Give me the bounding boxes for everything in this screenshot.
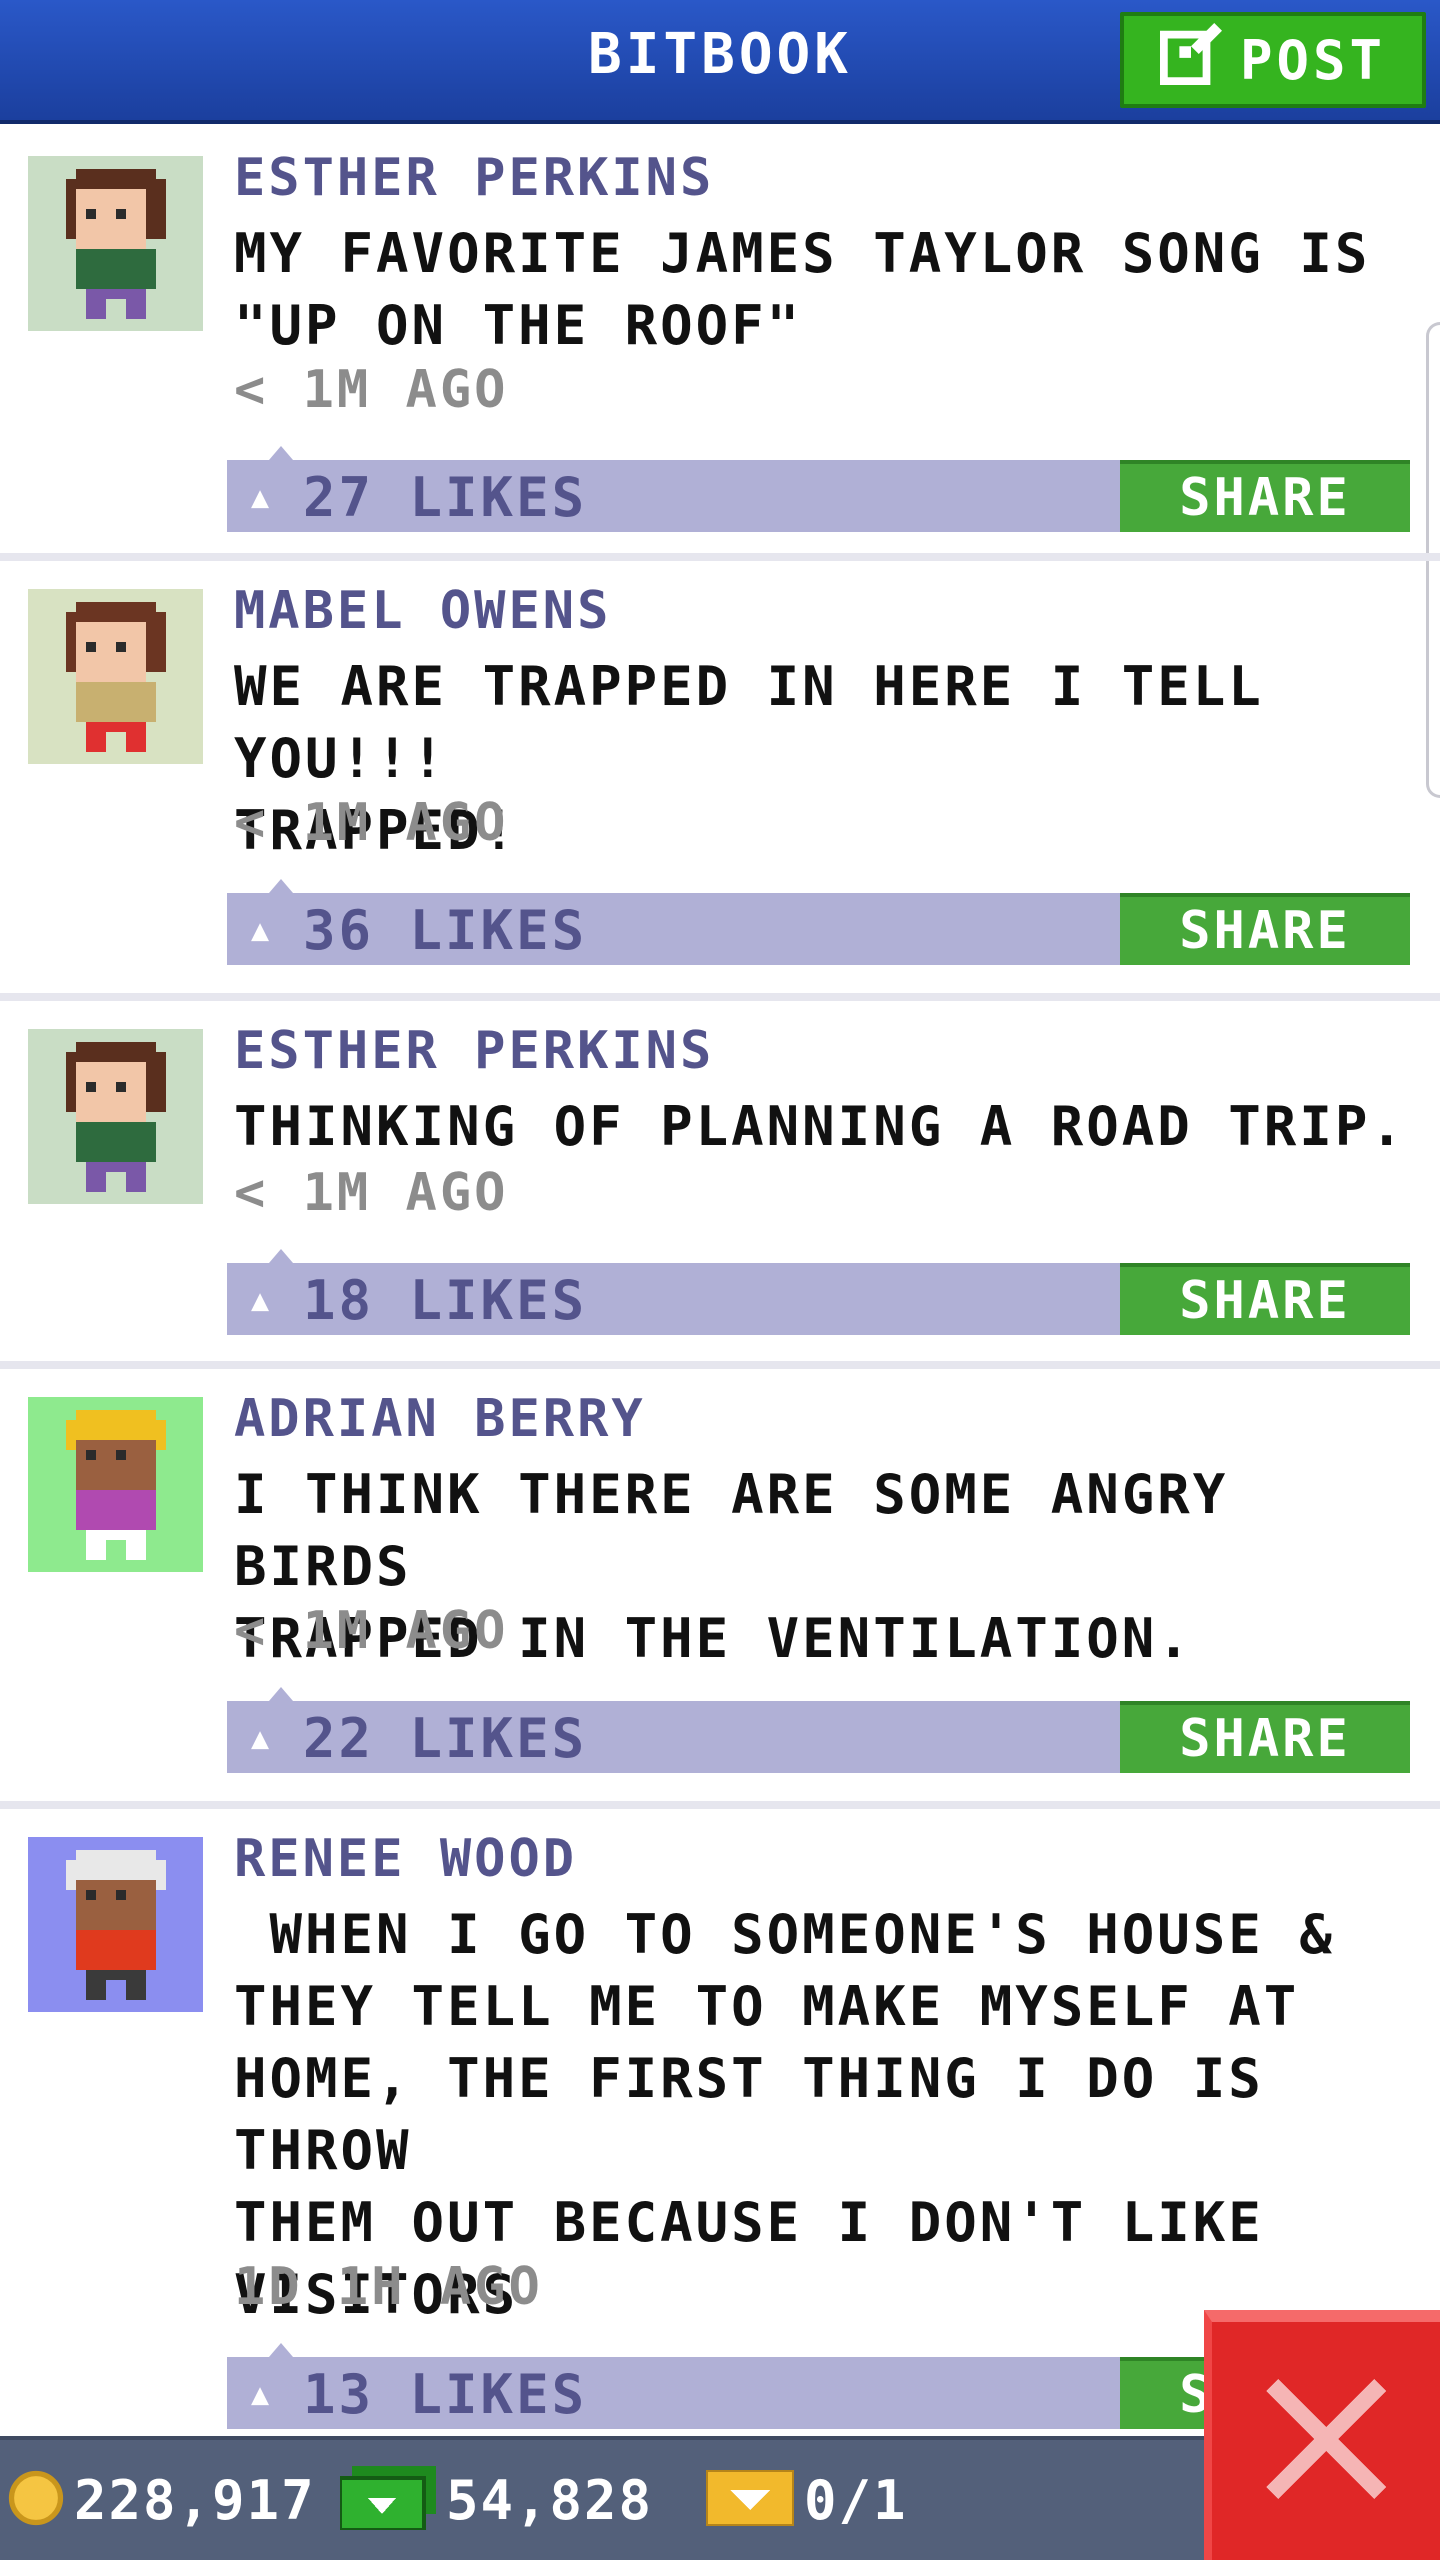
ticket-icon: [704, 2468, 796, 2530]
post-time: < 1M AGO: [234, 1163, 509, 1223]
like-count: 18 LIKES: [303, 1269, 588, 1332]
post-author[interactable]: RENEE WOOD: [234, 1829, 577, 1889]
feed-post: ESTHER PERKINS THINKING OF PLANNING A RO…: [0, 1001, 1440, 1369]
thumbs-up-icon[interactable]: ▲: [243, 1724, 277, 1754]
feed-post: ESTHER PERKINS MY FAVORITE JAMES TAYLOR …: [0, 128, 1440, 561]
like-bar-notch: [269, 1687, 293, 1701]
feed-post: ADRIAN BERRY I THINK THERE ARE SOME ANGR…: [0, 1369, 1440, 1809]
like-bar-notch: [269, 879, 293, 893]
post-message: THINKING OF PLANNING A ROAD TRIP.: [234, 1095, 1406, 1158]
avatar[interactable]: [28, 1029, 203, 1204]
like-bar: ▲ 36 LIKES SHARE: [227, 879, 1410, 965]
share-button[interactable]: SHARE: [1120, 893, 1410, 965]
like-bar: ▲ 27 LIKES SHARE: [227, 446, 1410, 532]
post-message: MY FAVORITE JAMES TAYLOR SONG IS "UP ON …: [234, 222, 1371, 357]
bux-icon: [338, 2466, 436, 2534]
like-count: 22 LIKES: [303, 1707, 588, 1770]
post-time: < 1M AGO: [234, 360, 509, 420]
like-bar: ▲ 18 LIKES SHARE: [227, 1249, 1410, 1335]
post-time: 1D 1H AGO: [234, 2257, 543, 2317]
avatar[interactable]: [28, 589, 203, 764]
coin-icon: [8, 2470, 64, 2530]
post-author[interactable]: ADRIAN BERRY: [234, 1389, 646, 1449]
feed-post: MABEL OWENS WE ARE TRAPPED IN HERE I TEL…: [0, 561, 1440, 1001]
like-bar-notch: [269, 446, 293, 460]
post-author[interactable]: ESTHER PERKINS: [234, 148, 714, 208]
like-count: 36 LIKES: [303, 899, 588, 962]
avatar[interactable]: [28, 156, 203, 331]
avatar[interactable]: [28, 1397, 203, 1572]
close-icon: [1266, 2379, 1386, 2503]
post-time: < 1M AGO: [234, 793, 509, 853]
bux-stat: 54,828: [338, 2466, 654, 2534]
bux-count: 54,828: [446, 2468, 654, 2532]
share-button[interactable]: SHARE: [1120, 1701, 1410, 1773]
post-feed: ESTHER PERKINS MY FAVORITE JAMES TAYLOR …: [0, 128, 1440, 2449]
like-bar-notch: [269, 1249, 293, 1263]
tickets-count: 0/1: [804, 2468, 908, 2532]
like-bar-notch: [269, 2343, 293, 2357]
post-button-label: POST: [1239, 28, 1387, 92]
like-count: 27 LIKES: [303, 466, 588, 529]
share-button[interactable]: SHARE: [1120, 1263, 1410, 1335]
top-bar: BITBOOK POST: [0, 0, 1440, 124]
share-button[interactable]: SHARE: [1120, 460, 1410, 532]
thumbs-up-icon[interactable]: ▲: [243, 2380, 277, 2410]
coins-count: 228,917: [74, 2468, 316, 2532]
like-bar: ▲ 22 LIKES SHARE: [227, 1687, 1410, 1773]
tickets-stat: 0/1: [704, 2468, 908, 2532]
close-button[interactable]: [1204, 2310, 1440, 2560]
thumbs-up-icon[interactable]: ▲: [243, 483, 277, 513]
post-button[interactable]: POST: [1120, 12, 1426, 108]
coins-stat: 228,917: [8, 2468, 316, 2532]
like-count: 13 LIKES: [303, 2363, 588, 2426]
post-author[interactable]: MABEL OWENS: [234, 581, 611, 641]
avatar[interactable]: [28, 1837, 203, 2012]
edit-icon: [1159, 22, 1222, 98]
thumbs-up-icon[interactable]: ▲: [243, 916, 277, 946]
thumbs-up-icon[interactable]: ▲: [243, 1286, 277, 1316]
post-author[interactable]: ESTHER PERKINS: [234, 1021, 714, 1081]
post-time: < 1M AGO: [234, 1601, 509, 1661]
